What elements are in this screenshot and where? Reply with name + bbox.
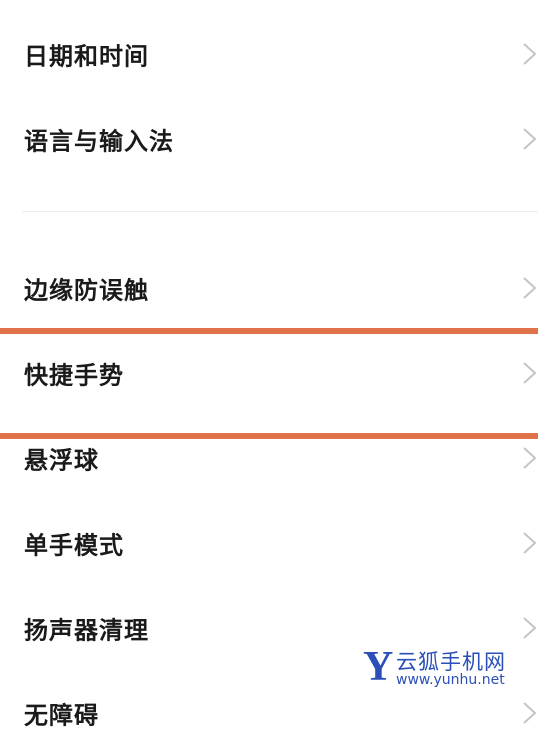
settings-item-date-time[interactable]: 日期和时间 (0, 24, 538, 84)
chevron-right-icon (523, 702, 537, 724)
settings-item-label: 日期和时间 (24, 42, 149, 71)
settings-item-label: 语言与输入法 (24, 127, 174, 156)
watermark-logo-letter: Y (363, 644, 393, 688)
chevron-right-icon (523, 532, 537, 554)
section-divider (22, 211, 538, 212)
settings-item-label: 快捷手势 (24, 361, 124, 390)
settings-item-label: 悬浮球 (24, 446, 99, 475)
highlight-top-line (0, 328, 538, 334)
chevron-right-icon (523, 617, 537, 639)
settings-item-label: 无障碍 (24, 701, 99, 730)
watermark-url: www.yunhu.net (396, 672, 505, 688)
settings-item-floating-ball[interactable]: 悬浮球 (0, 428, 538, 488)
watermark-logo-icon: Y (363, 644, 393, 688)
chevron-right-icon (523, 362, 537, 384)
settings-item-label: 扬声器清理 (24, 616, 149, 645)
chevron-right-icon (523, 447, 537, 469)
chevron-right-icon (523, 277, 537, 299)
settings-item-label: 边缘防误触 (24, 276, 149, 305)
settings-item-language-input[interactable]: 语言与输入法 (0, 109, 538, 169)
chevron-right-icon (523, 128, 537, 150)
settings-item-label: 单手模式 (24, 531, 124, 560)
chevron-right-icon (523, 43, 537, 65)
settings-item-one-handed-mode[interactable]: 单手模式 (0, 513, 538, 573)
watermark: Y 云狐手机网 www.yunhu.net (358, 644, 538, 692)
settings-item-quick-gestures[interactable]: 快捷手势 (0, 343, 538, 403)
settings-item-accessibility[interactable]: 无障碍 (0, 683, 538, 743)
settings-item-edge-touch-protection[interactable]: 边缘防误触 (0, 258, 538, 318)
